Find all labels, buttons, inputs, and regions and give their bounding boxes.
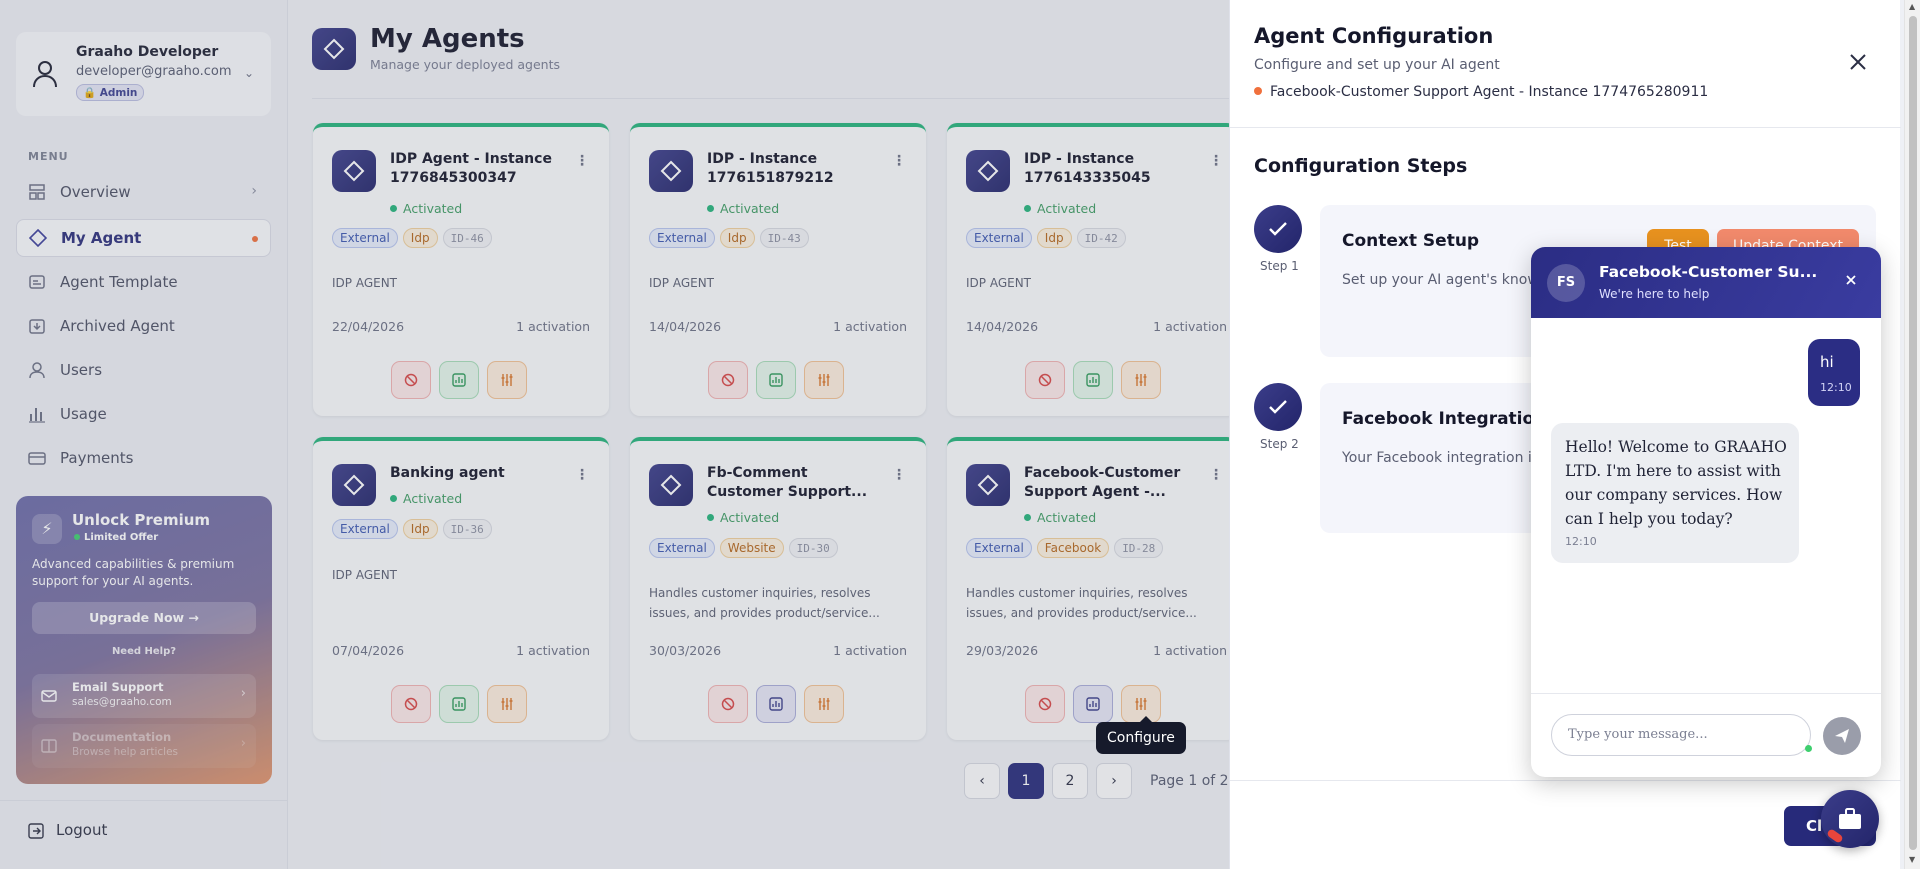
message-time: 12:10 [1565, 535, 1597, 548]
avatar: FS [1547, 264, 1585, 302]
chat-header: FS Facebook-Customer Su... We're here to… [1531, 247, 1881, 318]
steps-heading: Configuration Steps [1254, 155, 1468, 177]
panel-header: Agent Configuration Configure and set up… [1230, 0, 1901, 128]
step-2-label: Step 2 [1260, 437, 1299, 451]
panel-subtitle: Configure and set up your AI agent [1254, 57, 1500, 73]
online-indicator [1805, 745, 1812, 752]
chat-widget: FS Facebook-Customer Su... We're here to… [1531, 247, 1881, 777]
selected-agent-name: Facebook-Customer Support Agent - Instan… [1254, 84, 1708, 100]
user-message: hi 12:10 [1808, 339, 1860, 406]
step-title: Facebook Integration [1342, 409, 1547, 429]
message-time: 12:10 [1820, 381, 1852, 394]
check-icon [1269, 400, 1287, 414]
bot-message: Hello! Welcome to GRAAHO LTD. I'm here t… [1551, 423, 1799, 563]
step-title: Context Setup [1342, 231, 1480, 251]
briefcase-icon [1839, 808, 1861, 829]
close-icon[interactable] [1846, 50, 1870, 74]
step-1-label: Step 1 [1260, 259, 1299, 273]
chat-message-input[interactable]: Type your message... [1551, 714, 1811, 756]
send-button[interactable] [1823, 717, 1861, 755]
message-text: Hello! Welcome to GRAAHO LTD. I'm here t… [1565, 438, 1787, 528]
scroll-down-icon[interactable]: ▼ [1909, 855, 1915, 864]
modal-overlay[interactable] [0, 0, 1229, 869]
chat-subtitle: We're here to help [1599, 287, 1710, 301]
scrollbar-thumb[interactable] [1909, 16, 1917, 850]
step-1-check [1254, 205, 1302, 253]
chat-launcher-button[interactable] [1821, 790, 1879, 848]
panel-footer-divider [1230, 780, 1901, 781]
scroll-up-icon[interactable]: ▲ [1909, 2, 1915, 11]
step-2-check [1254, 383, 1302, 431]
scrollbar[interactable]: ▲ ▼ [1904, 0, 1920, 869]
close-icon[interactable] [1844, 273, 1858, 287]
configure-tooltip: Configure [1096, 716, 1186, 754]
send-icon [1835, 729, 1849, 743]
message-text: hi [1820, 353, 1834, 371]
panel-title: Agent Configuration [1254, 24, 1494, 48]
check-icon [1269, 222, 1287, 236]
chat-title: Facebook-Customer Su... [1599, 263, 1818, 281]
